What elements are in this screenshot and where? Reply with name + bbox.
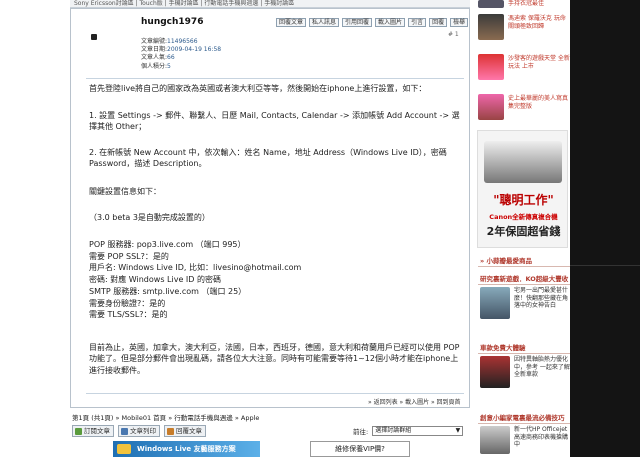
- windows-logo-icon: [117, 444, 131, 454]
- user-avatar[interactable]: [91, 34, 97, 40]
- print-icon: [121, 427, 128, 435]
- sidebar-section-header-4[interactable]: 創意小編家電裏最流必備技巧: [478, 413, 570, 424]
- forum-jump-select[interactable]: 選擇討論群組 ▼: [372, 426, 464, 436]
- content-paragraph-3: 2. 在新帳號 New Account 中，依次輸入：姓名 Name，地址 Ad…: [89, 148, 447, 168]
- sidebar-section-header-2[interactable]: 研究裏新遊戲．KO超級大豐收: [478, 274, 570, 285]
- sidebar-ad-4[interactable]: 史上最華麗的美人寫真集完整版: [478, 94, 570, 122]
- block-thumbnail: [480, 426, 510, 454]
- subscribe-button[interactable]: 訂閱文章: [72, 425, 114, 437]
- sidebar-ad-3[interactable]: 沙發客的遊戲天堂 全新玩法 上市: [478, 54, 570, 82]
- quote-button[interactable]: 引言: [408, 18, 427, 27]
- content-paragraph-4: 關鍵設置信息如下：: [89, 187, 161, 196]
- print-button[interactable]: 文章列印: [118, 425, 160, 437]
- content-paragraph-1: 首先登陸live將自己的國家改為英國或者澳大利亞等等，然後開始在iphone上進…: [89, 84, 427, 93]
- canon-printer-ad[interactable]: "聰明工作" Canon全新傳真複合機 2年保固超省錢: [477, 130, 568, 248]
- chevron-down-icon: ▼: [455, 427, 461, 434]
- quote-reply-button[interactable]: 引用回覆: [342, 18, 373, 27]
- header-divider: [86, 78, 464, 79]
- sidebar-section-header-3[interactable]: 車款免費大體驗: [478, 343, 570, 354]
- ad-thumbnail: [478, 0, 504, 8]
- meta-user-score: 個人積分:5: [141, 62, 171, 70]
- reply-post-button[interactable]: 回覆文章: [276, 18, 307, 27]
- ad-thumbnail: [478, 14, 504, 40]
- content-paragraph-7: 目前為止，英國，加拿大，澳大利亞，法國，日本，西班牙，德國，意大利和荷蘭用戶已經…: [89, 343, 460, 375]
- top-breadcrumb-strip: Sony Ericsson討論區 | Touch版 | 手機討論區 | 行動電話…: [70, 0, 470, 8]
- printer-image: [484, 141, 562, 183]
- meta-post-views: 文章人氣:66: [141, 54, 175, 62]
- block-thumbnail: [480, 356, 510, 388]
- content-paragraph-2: 1. 設置 Settings -> 郵件、聯繫人、日歷 Mail, Contac…: [89, 111, 460, 131]
- sidebar-ad-1[interactable]: 手持衣冠最佳: [478, 0, 570, 10]
- ad-thumbnail: [478, 94, 504, 120]
- content-settings-block: POP 服務器: pop3.live.com （端口 995） 需要 POP S…: [89, 240, 302, 320]
- block-thumbnail: [480, 287, 510, 319]
- post-meta: 文章編號:11496566 文章日期:2009-04-19 16:58 文章人氣…: [141, 38, 221, 71]
- post-footer-links[interactable]: » 返回列表 » 載入圖片 » 回到頁首: [368, 397, 461, 406]
- edge-divider: [570, 265, 640, 266]
- reply-icon: [167, 427, 174, 435]
- sidebar-block-printers[interactable]: 新一代HP Officejet高速商務印表機搶購中: [478, 426, 570, 456]
- windows-live-banner[interactable]: Windows Live 友藝服務方案: [113, 441, 260, 457]
- sidebar-ad-2[interactable]: 馮迪索 保羅沃克 玩命關頭極致回歸: [478, 14, 570, 42]
- sidebar-block-games[interactable]: 宅男一出門最愛甚什麼！快翻那些藏在角落中的女神告白: [478, 287, 570, 327]
- post-username[interactable]: hungch1976: [141, 17, 203, 27]
- meta-post-id: 文章編號:11496566: [141, 38, 198, 45]
- ad-thumbnail: [478, 54, 504, 80]
- reply-article-button[interactable]: 回覆文章: [164, 425, 206, 437]
- private-message-button[interactable]: 私人訊息: [309, 18, 340, 27]
- post-actions: 訂閱文章 文章列印 回覆文章: [72, 425, 206, 437]
- page-background-edge: [570, 0, 640, 457]
- reply-button[interactable]: 回覆: [429, 18, 448, 27]
- post-toolbar: 回覆文章 私人訊息 引用回覆 載入圖片 引言 回覆 檢舉: [276, 18, 469, 27]
- sidebar-block-cars[interactable]: 因特異軸胎熱力優化中，參考 一起來了解全新車款: [478, 356, 570, 396]
- forum-jump: 前往: 選擇討論群組 ▼: [353, 426, 464, 436]
- load-images-button[interactable]: 載入圖片: [375, 18, 406, 27]
- footer-divider: [86, 393, 464, 394]
- sidebar-section-header-1[interactable]: » 小蒜瓣最愛商品: [478, 256, 570, 267]
- post-number[interactable]: # 1: [448, 31, 459, 38]
- page: Sony Ericsson討論區 | Touch版 | 手機討論區 | 行動電話…: [0, 0, 640, 457]
- vip-banner[interactable]: 維修保養VIP價?: [310, 441, 410, 457]
- report-button[interactable]: 檢舉: [450, 18, 469, 27]
- forum-jump-label: 前往:: [353, 428, 369, 436]
- subscribe-icon: [75, 427, 82, 435]
- content-paragraph-5: （3.0 beta 3是自動完成設置的）: [89, 213, 210, 222]
- breadcrumb[interactable]: 第1頁 (共1頁) » Mobile01 首頁 » 行動電話手機與週邊 » Ap…: [72, 412, 259, 422]
